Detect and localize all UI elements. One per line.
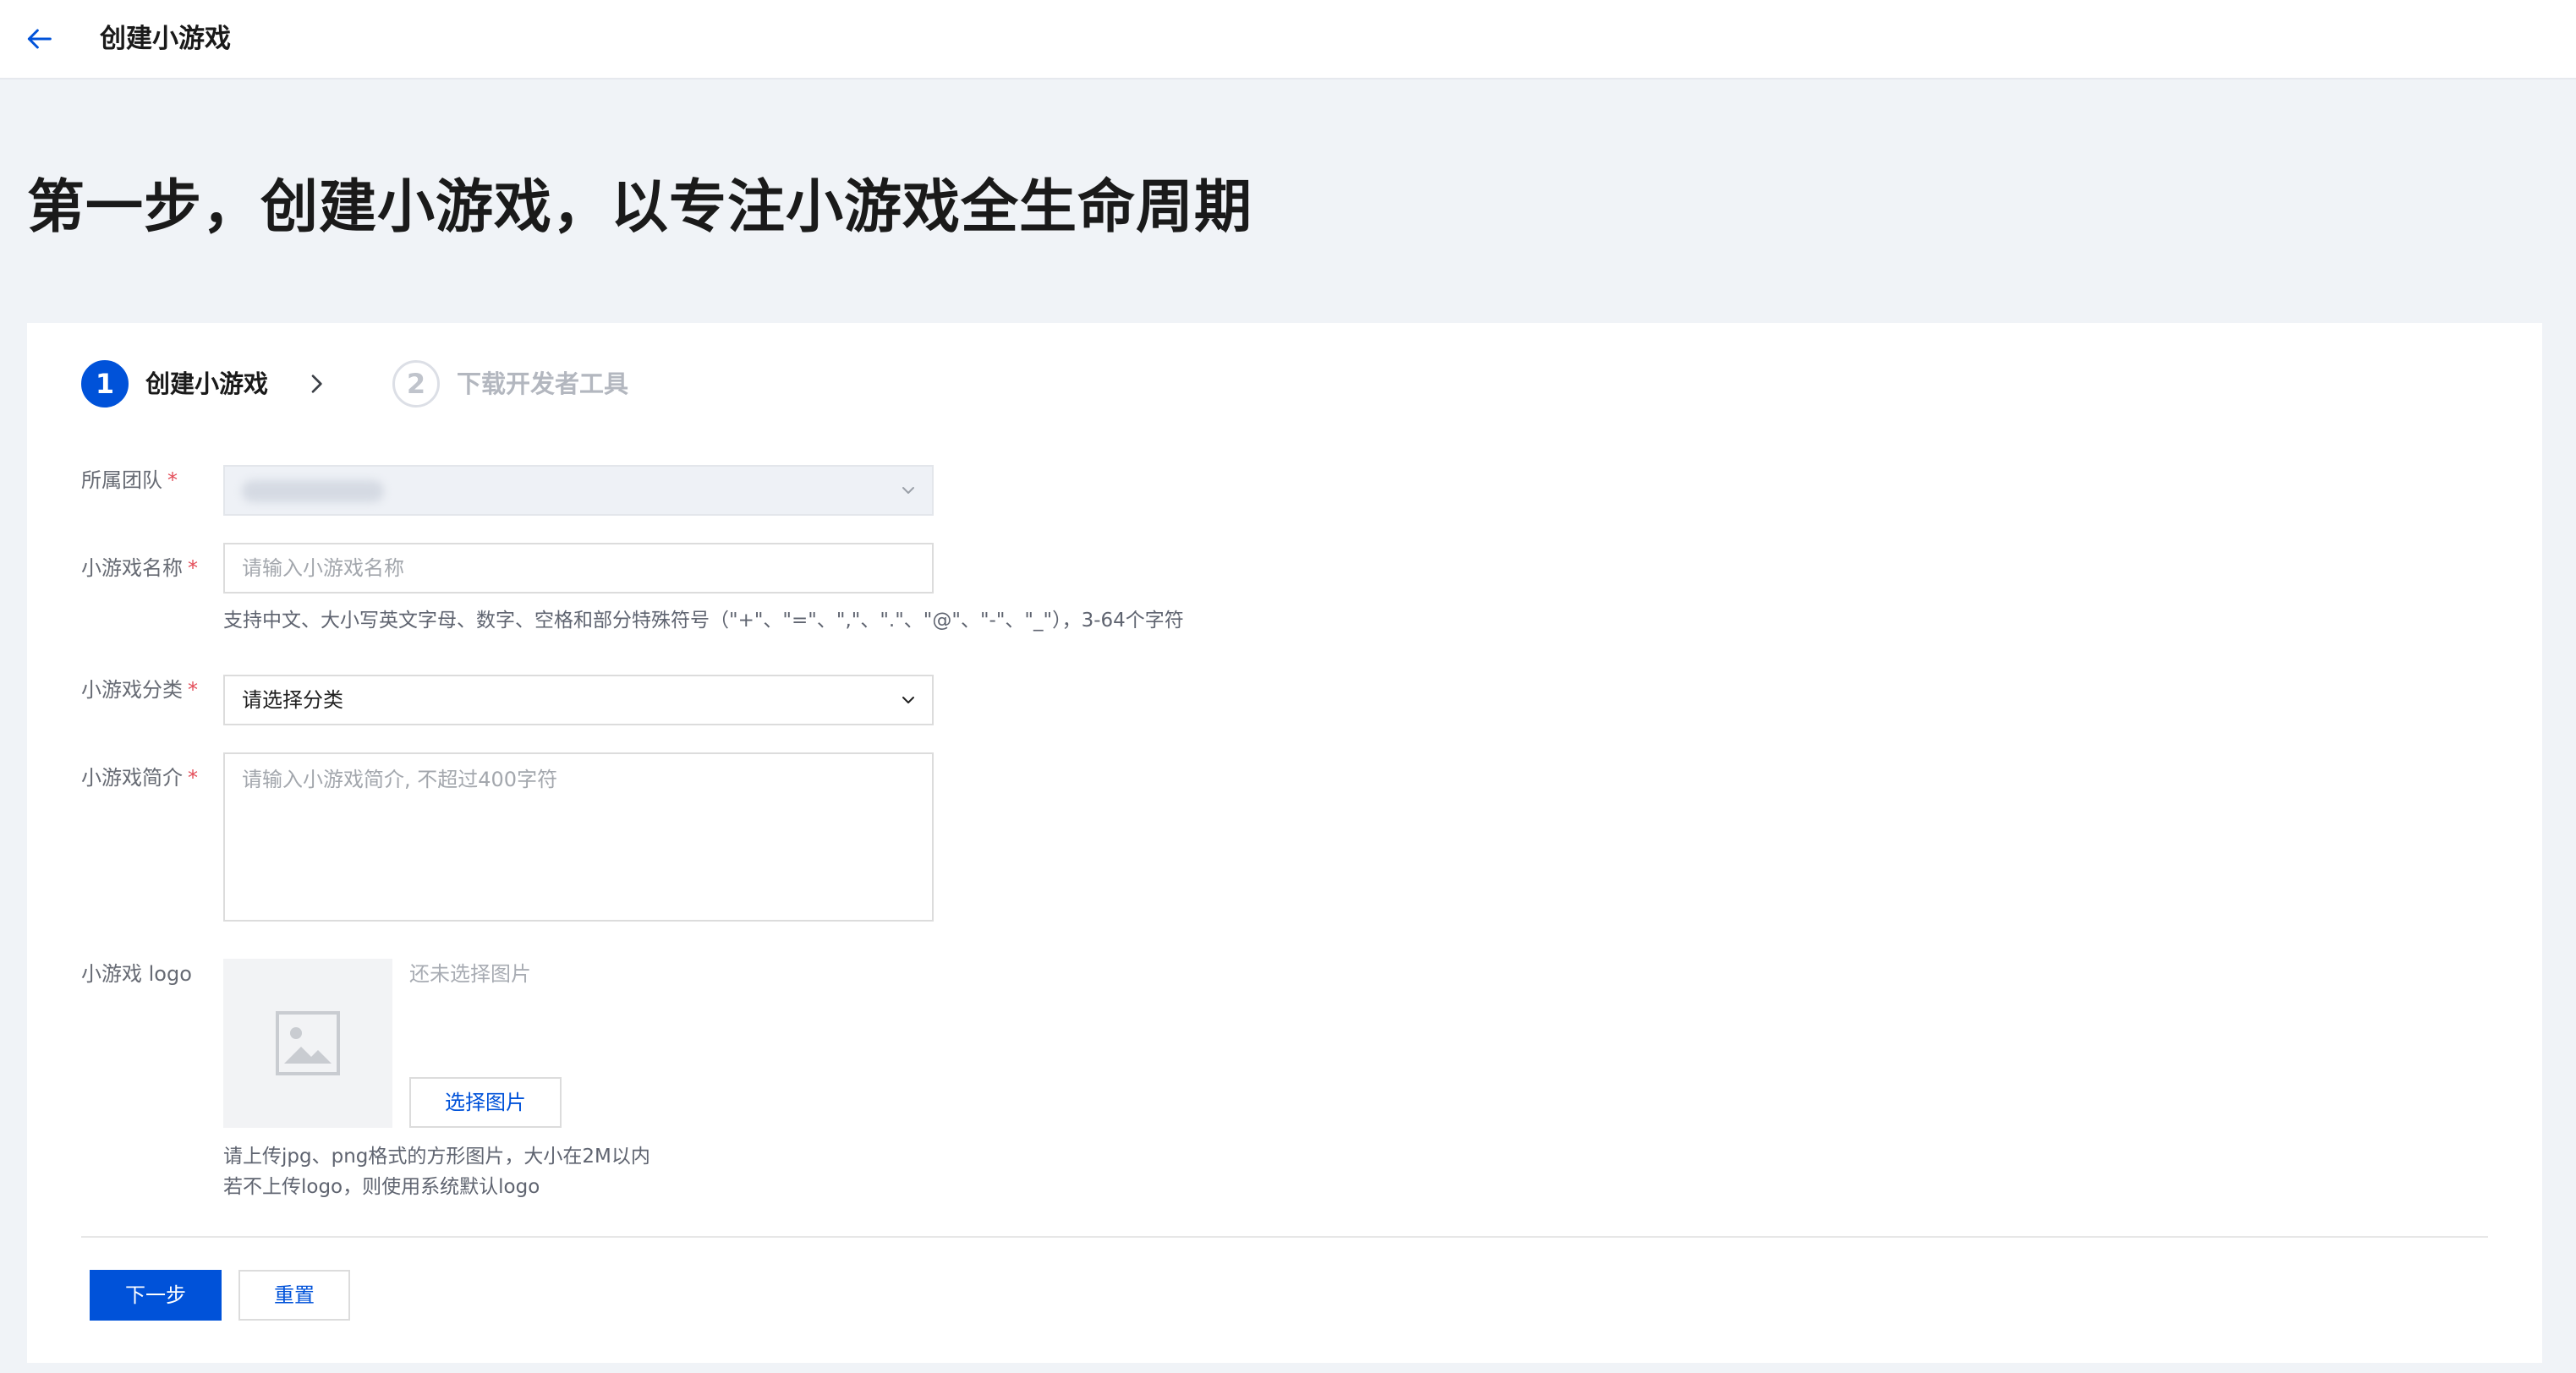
chevron-down-icon [902, 697, 914, 703]
chevron-down-icon [902, 487, 914, 494]
choose-image-button[interactable]: 选择图片 [409, 1077, 562, 1128]
category-label-text: 小游戏分类 [81, 678, 183, 702]
logo-hint-format: 请上传jpg、png格式的方形图片，大小在2M以内 [223, 1146, 650, 1168]
page-header-title: 创建小游戏 [100, 24, 231, 54]
required-mark: * [188, 766, 198, 790]
game-name-placeholder: 请输入小游戏名称 [242, 556, 404, 580]
team-select[interactable] [223, 465, 934, 516]
step-1-number: 1 [81, 360, 129, 408]
create-game-card: 1 创建小游戏 2 下载开发者工具 所属团队 * 小游戏名称 * 请输入小游戏名称 … [27, 323, 2542, 1363]
logo-hint-default: 若不上传logo，则使用系统默认logo [223, 1176, 540, 1198]
name-label-text: 小游戏名称 [81, 556, 183, 580]
reset-button[interactable]: 重置 [238, 1270, 350, 1321]
logo-label: 小游戏 logo [81, 962, 192, 986]
game-name-input[interactable]: 请输入小游戏名称 [223, 543, 934, 594]
chevron-right-icon [311, 375, 322, 393]
team-label-text: 所属团队 [81, 468, 162, 492]
step-1-label: 创建小游戏 [145, 369, 269, 398]
name-label: 小游戏名称 * [81, 551, 198, 585]
game-intro-placeholder: 请输入小游戏简介, 不超过400字符 [242, 768, 558, 791]
required-mark: * [167, 468, 178, 492]
step-2-label: 下载开发者工具 [457, 369, 629, 398]
step-2-number: 2 [392, 360, 440, 408]
step-indicator: 1 创建小游戏 2 下载开发者工具 [81, 360, 1265, 408]
game-name-hint: 支持中文、大小写英文字母、数字、空格和部分特殊符号（"+"、"="、","、".… [223, 610, 1184, 632]
page-headline: 第一步，创建小游戏，以专注小游戏全生命周期 [27, 174, 1253, 241]
required-mark: * [188, 678, 198, 702]
next-step-button[interactable]: 下一步 [90, 1270, 222, 1321]
intro-label-text: 小游戏简介 [81, 766, 183, 790]
arrow-left-icon[interactable] [22, 22, 56, 56]
category-select[interactable]: 请选择分类 [223, 675, 934, 725]
team-value-redacted [242, 480, 384, 502]
required-mark: * [188, 556, 198, 580]
game-intro-textarea[interactable]: 请输入小游戏简介, 不超过400字符 [223, 752, 934, 922]
intro-label: 小游戏简介 * [81, 761, 198, 795]
no-image-text: 还未选择图片 [409, 962, 531, 986]
logo-preview [223, 959, 392, 1128]
category-select-value: 请选择分类 [242, 688, 343, 712]
divider [81, 1236, 2488, 1238]
top-bar: 创建小游戏 [0, 0, 2576, 79]
team-label: 所属团队 * [81, 463, 178, 497]
image-placeholder-icon [276, 1011, 340, 1075]
category-label: 小游戏分类 * [81, 673, 198, 707]
